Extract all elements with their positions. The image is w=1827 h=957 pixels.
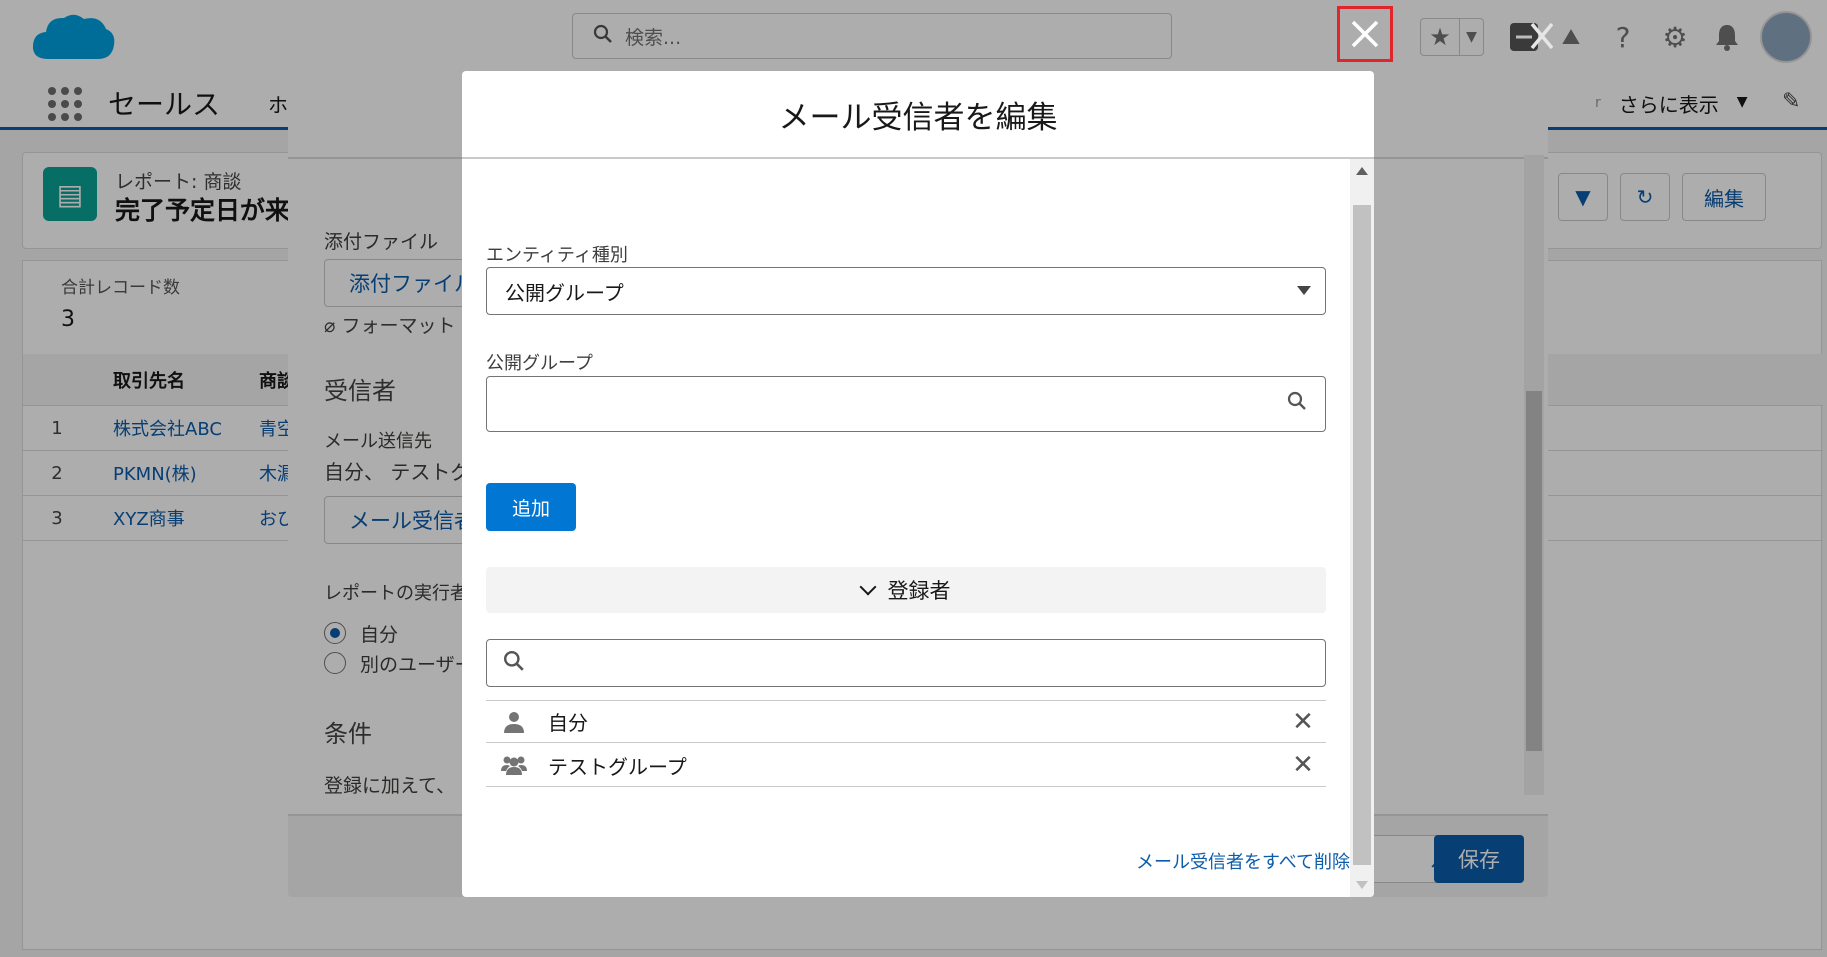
modal-body: エンティティ種別 公開グループ 公開グループ 追加 登録者 自分 ✕ テストグル…: [462, 159, 1350, 897]
scroll-down-arrow[interactable]: [1356, 881, 1368, 889]
remove-all-recipients-link[interactable]: メール受信者をすべて削除: [1136, 848, 1350, 874]
remove-subscriber-button[interactable]: ✕: [1280, 750, 1326, 780]
public-group-input[interactable]: [486, 376, 1326, 432]
subscribers-section-toggle[interactable]: 登録者: [486, 567, 1326, 613]
search-icon: [1287, 391, 1307, 417]
entity-type-select[interactable]: 公開グループ: [486, 267, 1326, 315]
close-modal-button[interactable]: [1337, 6, 1393, 62]
modal-title: メール受信者を編集: [462, 71, 1374, 159]
close-icon: [1351, 20, 1379, 48]
entity-type-label: エンティティ種別: [486, 245, 628, 266]
group-icon: [490, 754, 538, 776]
chevron-down-icon: [1297, 286, 1311, 295]
modal-scrollbar[interactable]: [1350, 159, 1374, 897]
subscriber-name: 自分: [548, 711, 588, 735]
subscriber-row: 自分 ✕: [486, 700, 1326, 743]
subscribers-section-label: 登録者: [887, 579, 951, 603]
edit-recipients-modal: メール受信者を編集 エンティティ種別 公開グループ 公開グループ 追加 登録者: [462, 71, 1374, 897]
add-button[interactable]: 追加: [486, 483, 576, 531]
close-icon: [1508, 14, 1564, 60]
user-icon: [490, 710, 538, 734]
search-icon: [503, 650, 525, 678]
subscriber-filter-input[interactable]: [486, 639, 1326, 687]
subscriber-name: テストグループ: [548, 754, 687, 779]
scrollbar-thumb[interactable]: [1353, 205, 1371, 865]
add-label: 追加: [511, 497, 550, 520]
scroll-up-arrow[interactable]: [1356, 167, 1368, 175]
remove-subscriber-button[interactable]: ✕: [1280, 707, 1326, 737]
public-group-label: 公開グループ: [486, 353, 593, 374]
subscriber-row: テストグループ ✕: [486, 744, 1326, 787]
entity-type-value: 公開グループ: [505, 280, 624, 305]
chevron-down-icon: [859, 578, 876, 596]
